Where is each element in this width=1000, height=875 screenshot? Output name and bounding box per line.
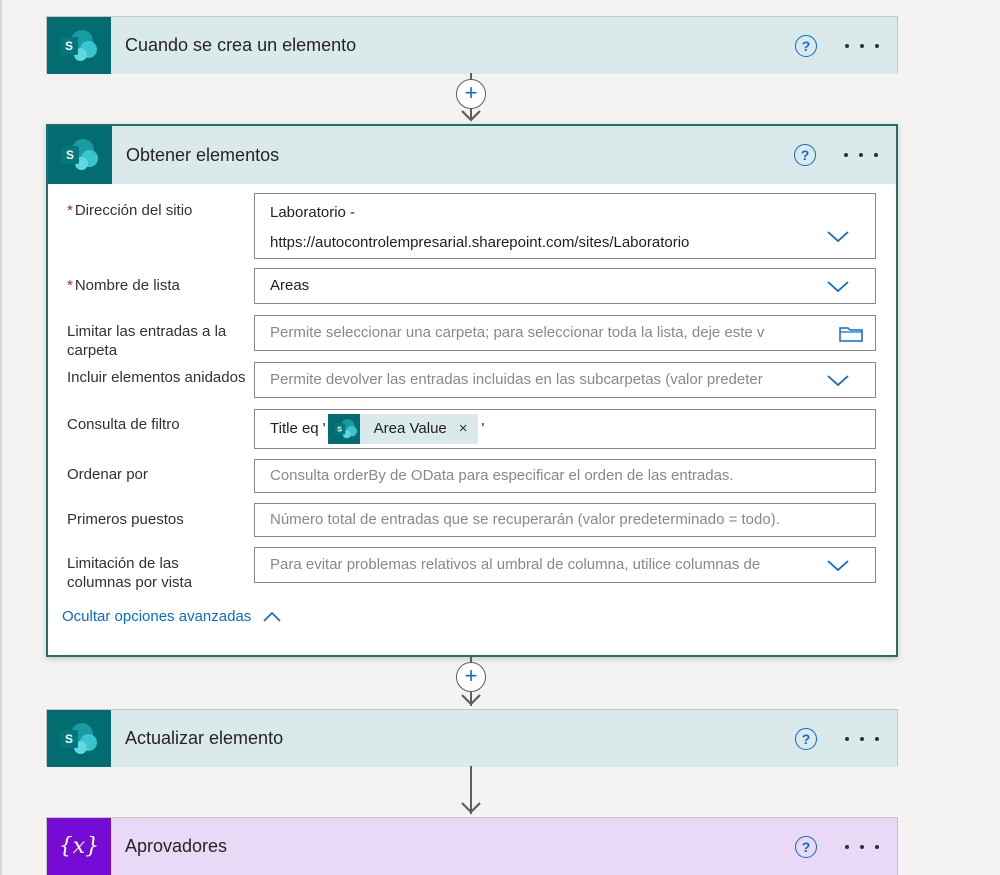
sharepoint-icon: S — [327, 414, 360, 445]
folder-limit-label: Limitar las entradas a la carpeta — [67, 323, 227, 359]
top-count-placeholder: Número total de entradas que se recupera… — [270, 511, 780, 528]
top-count-label: Primeros puestos — [67, 511, 184, 528]
chevron-down-icon[interactable] — [827, 281, 849, 292]
card-title: Actualizar elemento — [125, 728, 284, 748]
update-item-card[interactable]: S Actualizar elemento ? — [46, 709, 898, 767]
help-icon[interactable]: ? — [795, 727, 817, 750]
sharepoint-icon: S — [47, 17, 111, 74]
variable-icon: {x} — [47, 818, 111, 875]
card-title: Obtener elementos — [126, 144, 280, 165]
site-address-value-line2: https://autocontrolempresarial.sharepoin… — [270, 234, 690, 251]
chevron-up-icon — [263, 611, 281, 622]
more-options-icon[interactable] — [845, 841, 879, 853]
dynamic-content-token[interactable]: S Area Value × — [327, 414, 478, 445]
card-title: Aprovadores — [125, 836, 228, 856]
filter-query-suffix: ' — [481, 420, 485, 437]
folder-limit-input[interactable]: Permite seleccionar una carpeta; para se… — [254, 315, 876, 351]
order-by-placeholder: Consulta orderBy de OData para especific… — [270, 467, 734, 484]
arrow-down-icon — [461, 110, 481, 122]
chevron-down-icon[interactable] — [827, 231, 849, 242]
site-address-value-line1: Laboratorio - — [270, 204, 356, 221]
card-title: Cuando se crea un elemento — [125, 35, 357, 55]
more-options-icon[interactable] — [845, 733, 879, 745]
column-limit-placeholder: Para evitar problemas relativos al umbra… — [270, 556, 761, 573]
add-step-button[interactable]: + — [456, 662, 486, 692]
help-icon[interactable]: ? — [795, 835, 817, 858]
help-icon[interactable]: ? — [794, 144, 816, 166]
arrow-down-icon — [461, 802, 481, 814]
required-marker: * — [67, 202, 73, 219]
filter-query-label: Consulta de filtro — [67, 416, 180, 433]
trigger-card[interactable]: S Cuando se crea un elemento ? — [46, 16, 898, 74]
list-name-dropdown[interactable]: Areas — [254, 268, 876, 304]
required-marker: * — [67, 277, 73, 294]
hide-advanced-options-link[interactable]: Ocultar opciones avanzadas — [62, 608, 281, 625]
token-label: Area Value — [373, 420, 447, 438]
sharepoint-icon: S — [47, 710, 111, 767]
add-step-button[interactable]: + — [456, 79, 486, 109]
trigger-card-header[interactable]: S Cuando se crea un elemento ? — [47, 17, 897, 74]
canvas-left-edge — [0, 0, 2, 875]
filter-query-input[interactable]: Title eq ' S Area Value × ' — [254, 409, 876, 449]
remove-token-icon[interactable]: × — [459, 410, 468, 448]
order-by-input[interactable]: Consulta orderBy de OData para especific… — [254, 459, 876, 493]
get-items-card-header[interactable]: S Obtener elementos ? — [48, 126, 896, 184]
list-name-value: Areas — [270, 277, 310, 294]
include-nested-label: Incluir elementos anidados — [67, 369, 246, 386]
get-items-card[interactable]: S Obtener elementos ? * Dirección del sit… — [46, 124, 898, 657]
include-nested-placeholder: Permite devolver las entradas incluidas … — [270, 371, 763, 388]
more-options-icon[interactable] — [845, 40, 879, 52]
chevron-down-icon[interactable] — [827, 375, 849, 386]
site-address-label: * Dirección del sitio — [67, 202, 193, 219]
filter-query-prefix: Title eq ' — [270, 420, 326, 437]
more-options-icon[interactable] — [844, 149, 878, 161]
sharepoint-icon: S — [48, 126, 112, 184]
site-address-dropdown[interactable]: Laboratorio - https://autocontrolempresa… — [254, 193, 876, 259]
approvers-card[interactable]: {x} Aprovadores ? — [46, 817, 898, 875]
folder-limit-placeholder: Permite seleccionar una carpeta; para se… — [270, 324, 765, 341]
approvers-card-header[interactable]: {x} Aprovadores ? — [47, 818, 897, 875]
folder-icon[interactable] — [839, 325, 863, 342]
top-count-input[interactable]: Número total de entradas que se recupera… — [254, 503, 876, 537]
order-by-label: Ordenar por — [67, 466, 148, 483]
help-icon[interactable]: ? — [795, 34, 817, 57]
chevron-down-icon[interactable] — [827, 560, 849, 571]
include-nested-dropdown[interactable]: Permite devolver las entradas incluidas … — [254, 362, 876, 398]
list-name-label: * Nombre de lista — [67, 277, 180, 294]
update-item-card-header[interactable]: S Actualizar elemento ? — [47, 710, 897, 767]
column-limit-label: Limitación de las columnas por vista — [67, 555, 193, 591]
arrow-down-icon — [461, 694, 481, 706]
column-limit-dropdown[interactable]: Para evitar problemas relativos al umbra… — [254, 547, 876, 583]
